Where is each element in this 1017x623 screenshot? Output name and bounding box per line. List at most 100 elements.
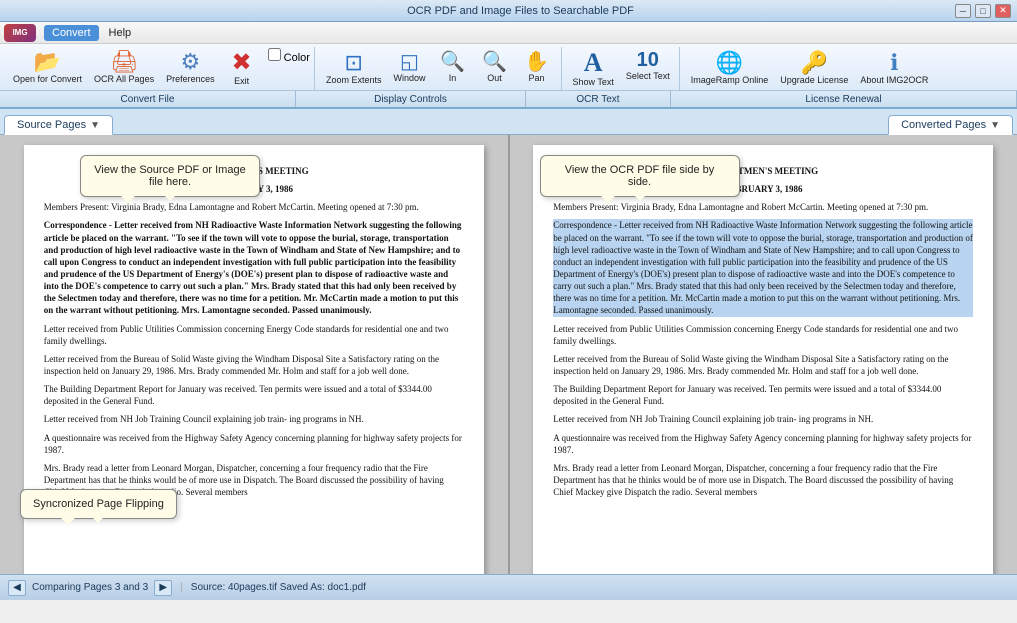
status-divider: | <box>180 582 183 593</box>
tab-source-pages[interactable]: Source Pages ▼ <box>4 115 113 135</box>
zoom-extents-label: Zoom Extents <box>326 75 382 85</box>
menu-help[interactable]: Help <box>101 25 140 41</box>
zoom-in-icon: 🔍 <box>440 52 465 72</box>
ocr-para-3: Letter received from the Bureau of Solid… <box>553 353 973 377</box>
doc-para-2: Letter received from Public Utilities Co… <box>44 323 464 347</box>
select-text-icon: 10 <box>637 50 659 70</box>
pan-button[interactable]: ✋ Pan <box>517 49 557 88</box>
toolbar-group-license: 🌐 ImageRamp Online 🔑 Upgrade License ℹ A… <box>682 47 938 90</box>
toolbar-group-display-controls: ⊡ Zoom Extents ◱ Window 🔍 In 🔍 Out ✋ Pan <box>317 47 562 90</box>
window-button[interactable]: ◱ Window <box>389 49 431 88</box>
color-checkbox[interactable] <box>268 48 281 61</box>
tab-converted-arrow[interactable]: ▼ <box>990 120 1000 131</box>
ocr-para-7: Mrs. Brady read a letter from Leonard Mo… <box>553 462 973 498</box>
ocr-para-1-highlighted: Correspondence - Letter received from NH… <box>553 219 973 316</box>
open-icon: 📂 <box>34 51 61 73</box>
globe-icon: 🌐 <box>716 52 743 74</box>
ocr-para-6: A questionnaire was received from the Hi… <box>553 432 973 456</box>
tab-source-label: Source Pages <box>17 119 86 131</box>
select-text-button[interactable]: 10 Select Text <box>621 47 675 90</box>
doc-para-0: Members Present: Virginia Brady, Edna La… <box>44 201 464 213</box>
exit-button[interactable]: ✖ Exit <box>222 48 262 89</box>
doc-para-5: Letter received from NH Job Training Cou… <box>44 413 464 425</box>
ocr-para-4: The Building Department Report for Janua… <box>553 383 973 407</box>
app-title: OCR PDF and Image Files to Searchable PD… <box>86 5 955 17</box>
section-label-display: Display Controls <box>296 91 526 107</box>
exit-label: Exit <box>234 76 249 86</box>
doc-para-1: Correspondence - Letter received from NH… <box>44 219 464 316</box>
info-icon: ℹ <box>890 52 898 74</box>
doc-para-3: Letter received from the Bureau of Solid… <box>44 353 464 377</box>
about-button[interactable]: ℹ About IMG2OCR <box>855 49 933 88</box>
page-info: Comparing Pages 3 and 3 <box>32 582 148 593</box>
zoom-in-button[interactable]: 🔍 In <box>433 49 473 88</box>
gear-icon: ⚙ <box>180 51 200 73</box>
color-checkbox-container: Color <box>268 48 310 89</box>
upgrade-label: Upgrade License <box>780 75 848 85</box>
maximize-button[interactable]: □ <box>975 4 991 18</box>
zoom-extents-button[interactable]: ⊡ Zoom Extents <box>321 49 387 88</box>
ocr-label: OCR All Pages <box>94 74 154 84</box>
open-label: Open for Convert <box>13 74 82 84</box>
sync-callout: Syncronized Page Flipping <box>20 489 177 519</box>
toolbar-group-ocr-text: A Show Text 10 Select Text <box>564 47 680 90</box>
section-label-convert: Convert File <box>0 91 296 107</box>
source-info: Source: 40pages.tif Saved As: doc1.pdf <box>191 582 366 593</box>
key-icon: 🔑 <box>801 52 828 74</box>
ocr-para-5: Letter received from NH Job Training Cou… <box>553 413 973 425</box>
display-control-buttons: ⊡ Zoom Extents ◱ Window 🔍 In 🔍 Out ✋ Pan <box>321 49 557 88</box>
next-page-button[interactable]: ▶ <box>154 580 172 596</box>
upgrade-license-button[interactable]: 🔑 Upgrade License <box>775 49 853 88</box>
zoom-out-button[interactable]: 🔍 Out <box>475 49 515 88</box>
toolbar-group-convert-file: 📂 Open for Convert 🖨 OCR All Pages ⚙ Pre… <box>4 47 315 90</box>
exit-icon: ✖ <box>232 51 252 75</box>
ocr-text-buttons: A Show Text 10 Select Text <box>568 47 675 90</box>
doc-para-4: The Building Department Report for Janua… <box>44 383 464 407</box>
menu-bar: IMG Convert Help <box>0 22 1017 44</box>
source-panel[interactable]: View the Source PDF or Image file here. … <box>0 135 510 574</box>
open-for-convert-button[interactable]: 📂 Open for Convert <box>8 48 87 89</box>
zoom-extents-icon: ⊡ <box>345 52 363 74</box>
source-callout: View the Source PDF or Image file here. <box>80 155 260 197</box>
app-logo: IMG <box>4 24 36 42</box>
toolbar: 📂 Open for Convert 🖨 OCR All Pages ⚙ Pre… <box>0 44 1017 91</box>
ocr-para-2: Letter received from Public Utilities Co… <box>553 323 973 347</box>
prev-page-button[interactable]: ◀ <box>8 580 26 596</box>
section-label-ocr: OCR Text <box>526 91 671 107</box>
minimize-button[interactable]: ─ <box>955 4 971 18</box>
section-label-license: License Renewal <box>671 91 1017 107</box>
show-text-button[interactable]: A Show Text <box>568 47 619 90</box>
window-icon: ◱ <box>400 52 419 72</box>
show-text-icon: A <box>584 50 603 76</box>
doc-para-6: A questionnaire was received from the Hi… <box>44 432 464 456</box>
window-controls: ─ □ ✕ <box>955 4 1011 18</box>
tab-converted-label: Converted Pages <box>901 119 986 131</box>
color-label: Color <box>284 52 310 64</box>
preferences-button[interactable]: ⚙ Preferences <box>161 48 220 89</box>
zoom-in-label: In <box>449 73 457 83</box>
ocr-all-pages-button[interactable]: 🖨 OCR All Pages <box>89 48 159 89</box>
ocr-panel[interactable]: View the OCR PDF file side by side. SELE… <box>510 135 1017 574</box>
window-label: Window <box>394 73 426 83</box>
close-button[interactable]: ✕ <box>995 4 1011 18</box>
ocr-callout: View the OCR PDF file side by side. <box>540 155 740 197</box>
preferences-label: Preferences <box>166 74 215 84</box>
license-buttons: 🌐 ImageRamp Online 🔑 Upgrade License ℹ A… <box>686 49 934 88</box>
imageramp-label: ImageRamp Online <box>691 75 769 85</box>
tab-converted-pages[interactable]: Converted Pages ▼ <box>888 115 1013 135</box>
ocr-para-0: Members Present: Virginia Brady, Edna La… <box>553 201 973 213</box>
select-text-label: Select Text <box>626 71 670 81</box>
about-label: About IMG2OCR <box>860 75 928 85</box>
tab-row: Source Pages ▼ Converted Pages ▼ <box>0 109 1017 135</box>
zoom-out-label: Out <box>487 73 502 83</box>
menu-convert[interactable]: Convert <box>44 25 99 41</box>
tab-source-arrow[interactable]: ▼ <box>90 120 100 131</box>
status-bar: ◀ Comparing Pages 3 and 3 ▶ | Source: 40… <box>0 574 1017 600</box>
ocr-icon: 🖨 <box>110 51 138 73</box>
show-text-label: Show Text <box>573 77 614 87</box>
zoom-out-icon: 🔍 <box>482 52 507 72</box>
imageramp-online-button[interactable]: 🌐 ImageRamp Online <box>686 49 774 88</box>
pan-icon: ✋ <box>524 52 549 72</box>
title-bar: OCR PDF and Image Files to Searchable PD… <box>0 0 1017 22</box>
convert-file-buttons: 📂 Open for Convert 🖨 OCR All Pages ⚙ Pre… <box>8 48 310 89</box>
